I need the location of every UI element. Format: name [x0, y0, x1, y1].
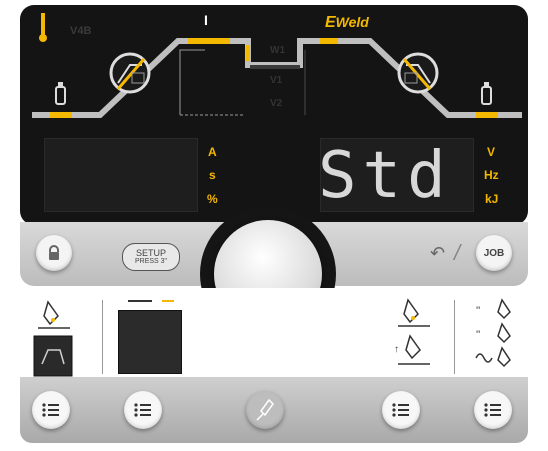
unit-kj: kJ [485, 192, 499, 206]
logo-text: Weld [335, 14, 369, 30]
menu-button-4[interactable] [474, 391, 512, 429]
menu-button-3[interactable] [382, 391, 420, 429]
torch-button[interactable] [246, 391, 284, 429]
faded-label-w1: W1 [270, 45, 285, 56]
gas-bottle-icon [55, 82, 66, 105]
lock-icon [49, 245, 59, 260]
unit-v: V [487, 145, 496, 159]
setup-label: SETUP [135, 248, 166, 258]
mode-divider [102, 300, 103, 374]
job-button[interactable]: JOB [476, 235, 512, 271]
separator: / [454, 240, 461, 265]
mode-indicator [128, 300, 152, 302]
list-icon [134, 403, 151, 417]
faded-label-v2: V2 [270, 98, 283, 109]
logo-mark: E [325, 14, 336, 31]
menu-button-1[interactable] [32, 391, 70, 429]
torch-trigger-icon [33, 300, 73, 377]
left-display [44, 138, 198, 212]
mode-indicator-active [162, 300, 174, 302]
menu-button-2[interactable] [124, 391, 162, 429]
mode-strip [20, 288, 528, 376]
process-graph [32, 13, 522, 118]
list-icon [392, 403, 409, 417]
setup-sub: PRESS 3" [134, 258, 168, 265]
unit-hz: Hz [484, 168, 499, 182]
job-label: JOB [483, 247, 505, 259]
right-display-value: Std [318, 139, 452, 213]
svg-text:↑: ↑ [394, 344, 399, 355]
thermometer-icon [39, 13, 47, 42]
lock-button[interactable] [36, 235, 72, 271]
unit-a: A [208, 145, 217, 159]
svg-text:'': '' [476, 329, 480, 341]
torch-mode-icon: ↑ [394, 298, 430, 365]
unit-percent: % [207, 192, 218, 206]
small-lcd [118, 310, 182, 374]
current-marker: I [204, 12, 208, 28]
unit-s: s [209, 168, 216, 182]
gas-bottle-icon [481, 82, 492, 105]
svg-text:'': '' [476, 305, 480, 317]
list-icon [484, 403, 501, 417]
undo-icon[interactable]: ↶ [430, 243, 445, 264]
faded-label-v1: V1 [270, 75, 283, 86]
ignition-modes-icon: '' '' [475, 298, 511, 368]
ewm-logo: EWeld [325, 14, 369, 32]
setup-button[interactable]: SETUP PRESS 3" [122, 243, 180, 271]
list-icon [42, 403, 59, 417]
faded-label-v4b: V4B [70, 25, 92, 37]
welding-control-panel: I V4B W1 V1 V2 EWeld A s % Std V Hz kJ S… [0, 0, 548, 451]
mode-divider [454, 300, 455, 374]
torch-icon [256, 399, 274, 421]
